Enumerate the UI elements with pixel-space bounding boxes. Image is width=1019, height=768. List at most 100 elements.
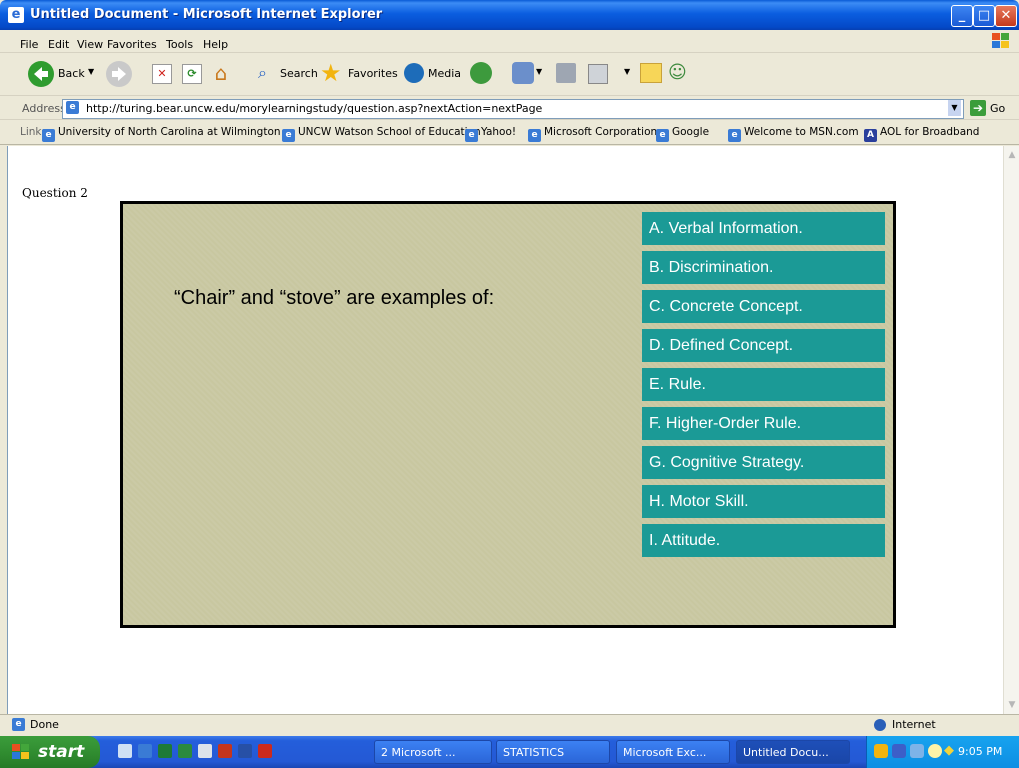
history-icon[interactable] <box>470 62 492 84</box>
edit-dropdown-icon[interactable]: ▼ <box>624 67 630 76</box>
quicklaunch-powerpoint-icon[interactable] <box>218 744 232 758</box>
quicklaunch-excel2-icon[interactable] <box>178 744 192 758</box>
search-icon[interactable]: ⌕ <box>258 64 276 82</box>
link-yahoo[interactable]: e Yahoo! <box>465 126 516 142</box>
tray-ie-icon[interactable] <box>892 744 906 758</box>
edit-icon[interactable] <box>588 64 608 84</box>
status-bar <box>0 714 1019 737</box>
answer-b-button[interactable]: B. Discrimination. <box>642 251 885 284</box>
quicklaunch-excel-icon[interactable] <box>158 744 172 758</box>
answer-g-button[interactable]: G. Cognitive Strategy. <box>642 446 885 479</box>
answer-e-button[interactable]: E. Rule. <box>642 368 885 401</box>
link-msn-label: Welcome to MSN.com <box>744 126 859 138</box>
quicklaunch-ie-icon[interactable] <box>138 744 152 758</box>
link-uncw[interactable]: e University of North Carolina at Wilming… <box>42 126 281 142</box>
tray-app-icon[interactable] <box>910 744 924 758</box>
go-button[interactable]: Go <box>990 102 1005 115</box>
ie-page-icon: e <box>728 129 741 142</box>
windows-logo-icon <box>991 32 1011 50</box>
vertical-scrollbar[interactable]: ▲ ▼ <box>1003 146 1019 714</box>
answer-h-button[interactable]: H. Motor Skill. <box>642 485 885 518</box>
start-label: start <box>38 742 85 762</box>
windows-start-icon <box>12 744 30 760</box>
security-zone: Internet <box>892 718 936 731</box>
tray-volume-icon[interactable] <box>928 744 942 758</box>
task-excel-label: Microsoft Exc... <box>623 746 707 759</box>
messenger-icon[interactable]: ☺ <box>668 62 690 84</box>
search-button[interactable]: Search <box>280 67 318 80</box>
link-google-label: Google <box>672 126 710 138</box>
quicklaunch-desktop-icon[interactable] <box>118 744 132 758</box>
menu-view[interactable]: View <box>77 38 103 51</box>
task-statistics-label: STATISTICS <box>503 746 565 759</box>
link-microsoft[interactable]: e Microsoft Corporation <box>528 126 657 142</box>
refresh-icon[interactable]: ⟳ <box>182 64 202 84</box>
menu-help[interactable]: Help <box>203 38 228 51</box>
discuss-icon[interactable] <box>640 63 662 83</box>
quicklaunch-acrobat-icon[interactable] <box>258 744 272 758</box>
status-text: Done <box>30 718 59 731</box>
menu-file[interactable]: File <box>20 38 38 51</box>
forward-arrow-icon[interactable] <box>106 61 132 87</box>
media-icon[interactable] <box>404 63 424 83</box>
ie-page-icon: e <box>465 129 478 142</box>
question-label: Question 2 <box>22 186 88 200</box>
answer-d-button[interactable]: D. Defined Concept. <box>642 329 885 362</box>
favorites-button[interactable]: Favorites <box>348 67 398 80</box>
media-button[interactable]: Media <box>428 67 461 80</box>
link-uncw-label: University of North Carolina at Wilmingt… <box>58 126 281 138</box>
ie-icon: e <box>8 7 24 23</box>
link-msn[interactable]: e Welcome to MSN.com <box>728 126 859 142</box>
task-word-label: 2 Microsoft ... <box>381 746 456 759</box>
ie-page-icon: e <box>42 129 55 142</box>
print-icon[interactable] <box>556 63 576 83</box>
ie-page-icon: e <box>656 129 669 142</box>
link-google[interactable]: e Google <box>656 126 709 142</box>
back-dropdown-icon[interactable]: ▼ <box>88 67 94 76</box>
scroll-down-icon[interactable]: ▼ <box>1005 698 1019 712</box>
task-excel[interactable]: Microsoft Exc... <box>616 740 730 764</box>
link-watson[interactable]: e UNCW Watson School of Education <box>282 126 481 142</box>
task-ie-label: Untitled Docu... <box>743 746 829 759</box>
address-label: Address <box>22 102 66 115</box>
menu-tools[interactable]: Tools <box>166 38 193 51</box>
tray-alert-icon[interactable]: ◆ <box>944 744 956 758</box>
favorites-star-icon[interactable]: ★ <box>320 60 346 86</box>
back-arrow-icon[interactable] <box>28 61 54 87</box>
link-aol-label: AOL for Broadband <box>880 126 980 138</box>
clock: 9:05 PM <box>958 745 1003 758</box>
internet-globe-icon <box>874 719 886 731</box>
address-url[interactable]: http://turing.bear.uncw.edu/morylearning… <box>86 102 542 115</box>
ie-page-icon: e <box>528 129 541 142</box>
menu-edit[interactable]: Edit <box>48 38 69 51</box>
task-ie[interactable]: Untitled Docu... <box>736 740 850 764</box>
home-icon[interactable]: ⌂ <box>210 62 232 84</box>
task-statistics[interactable]: STATISTICS <box>496 740 610 764</box>
menu-favorites[interactable]: Favorites <box>107 38 157 51</box>
window-title: Untitled Document - Microsoft Internet E… <box>30 7 383 22</box>
page-icon: e <box>66 101 79 114</box>
mail-icon[interactable] <box>512 62 534 84</box>
answer-f-button[interactable]: F. Higher-Order Rule. <box>642 407 885 440</box>
quicklaunch-app-icon[interactable] <box>198 744 212 758</box>
go-arrow-icon[interactable]: ➔ <box>970 100 986 116</box>
minimize-button[interactable]: _ <box>951 5 973 27</box>
mail-dropdown-icon[interactable]: ▼ <box>536 67 542 76</box>
stop-icon[interactable]: ✕ <box>152 64 172 84</box>
back-button[interactable]: Back <box>58 67 85 80</box>
link-aol[interactable]: A AOL for Broadband <box>864 126 979 142</box>
answer-i-button[interactable]: I. Attitude. <box>642 524 885 557</box>
close-button[interactable]: ✕ <box>995 5 1017 27</box>
link-watson-label: UNCW Watson School of Education <box>298 126 481 138</box>
answer-a-button[interactable]: A. Verbal Information. <box>642 212 885 245</box>
link-yahoo-label: Yahoo! <box>481 126 517 138</box>
maximize-button[interactable]: □ <box>973 5 995 27</box>
address-dropdown-icon[interactable]: ▼ <box>948 100 961 116</box>
scroll-up-icon[interactable]: ▲ <box>1005 148 1019 162</box>
tray-network-icon[interactable] <box>874 744 888 758</box>
answer-c-button[interactable]: C. Concrete Concept. <box>642 290 885 323</box>
task-word[interactable]: 2 Microsoft ... <box>374 740 492 764</box>
ie-page-icon: e <box>282 129 295 142</box>
quicklaunch-word-icon[interactable] <box>238 744 252 758</box>
question-text: “Chair” and “stove” are examples of: <box>174 287 495 309</box>
